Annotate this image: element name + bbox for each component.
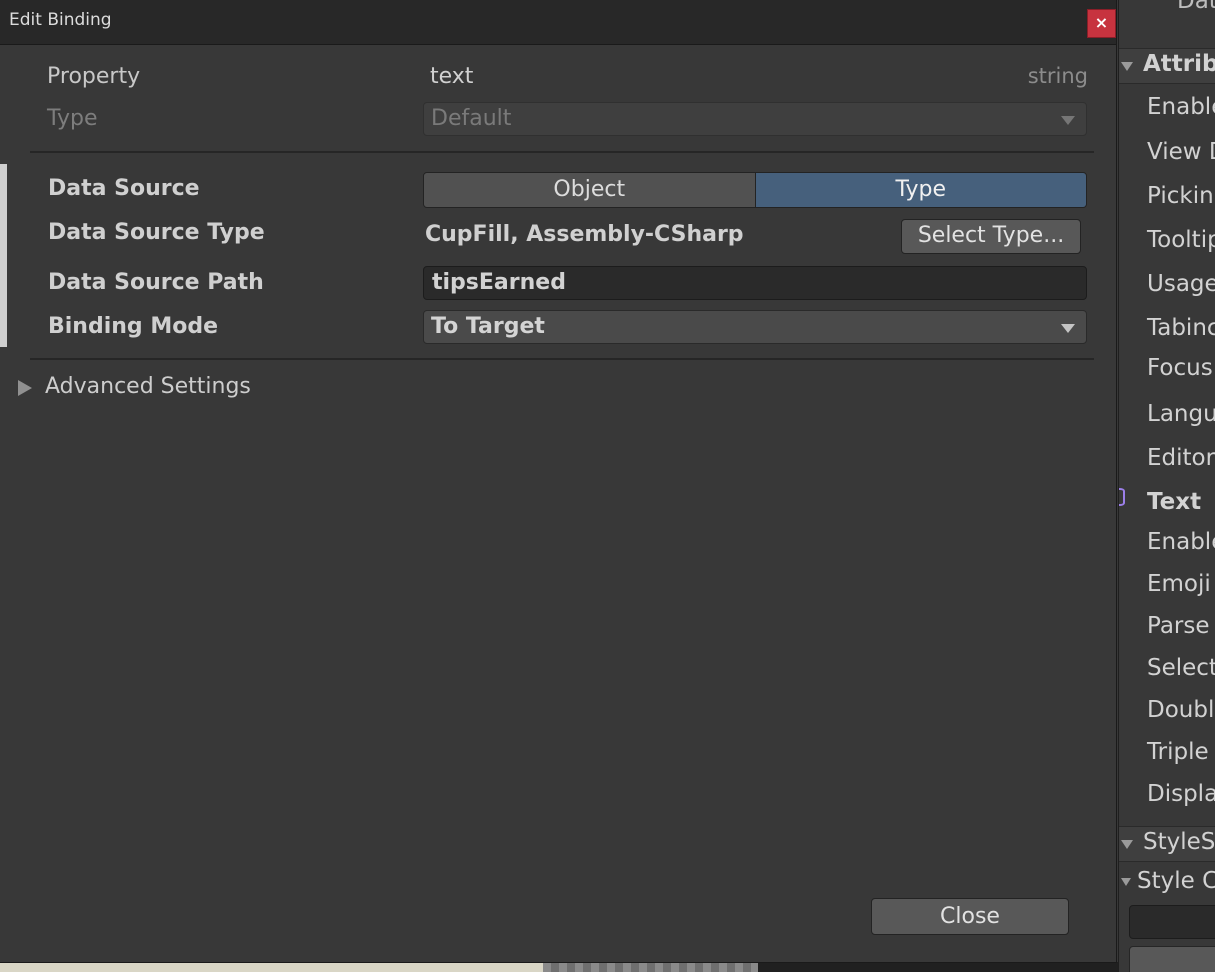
inspector-item-view-data-key[interactable]: View D — [1147, 139, 1215, 165]
inspector-item-display-tooltip[interactable]: Displa — [1147, 781, 1215, 807]
data-source-object-button[interactable]: Object — [424, 173, 755, 207]
inspector-item-editor-extension[interactable]: Editor — [1147, 445, 1215, 471]
section-divider — [30, 358, 1094, 360]
background-canvas-checker — [543, 962, 758, 972]
inspector-item-enabled[interactable]: Enable — [1147, 94, 1215, 120]
data-source-toggle: Object Type — [423, 172, 1087, 208]
property-type-hint: string — [1027, 64, 1088, 88]
inspector-item-selectable[interactable]: Select — [1147, 655, 1215, 681]
advanced-settings-label: Advanced Settings — [45, 374, 251, 399]
inspector-panel: Dat Attribu Enable View D Pickin Tooltip… — [1118, 0, 1215, 972]
foldout-expanded-icon — [1121, 878, 1131, 886]
data-source-type-button[interactable]: Type — [754, 173, 1086, 207]
foldout-expanded-icon — [1121, 840, 1133, 849]
data-source-type-label: Data Source Type — [48, 220, 265, 245]
inspector-item-text[interactable]: Text — [1147, 489, 1201, 515]
editor-screen: Dat Attribu Enable View D Pickin Tooltip… — [0, 0, 1215, 972]
property-value: text — [430, 64, 474, 89]
inspector-item-tooltip[interactable]: Tooltip — [1147, 227, 1215, 253]
binding-mode-value: To Target — [431, 314, 545, 339]
inspector-top-label: Dat — [1177, 0, 1215, 14]
inspector-item-enable-rich-text[interactable]: Enable — [1147, 529, 1215, 555]
style-class-foldout[interactable]: Style C — [1119, 866, 1215, 900]
inspector-item-tabindex[interactable]: Tabinc — [1147, 315, 1215, 341]
inspector-item-triple-click[interactable]: Triple — [1147, 739, 1209, 765]
style-class-foldout-label: Style C — [1137, 868, 1215, 894]
add-style-class-button[interactable] — [1129, 946, 1215, 972]
data-source-path-input[interactable]: tipsEarned — [423, 266, 1087, 300]
inspector-item-parse-escape[interactable]: Parse — [1147, 613, 1210, 639]
style-class-input[interactable] — [1129, 905, 1215, 939]
edit-binding-dialog: Edit Binding × Property text string Type… — [0, 0, 1117, 963]
dropdown-arrow-icon — [1061, 116, 1075, 125]
dropdown-arrow-icon — [1061, 324, 1075, 333]
close-button[interactable]: Close — [871, 898, 1069, 935]
inspector-item-focusable[interactable]: Focus — [1147, 355, 1213, 381]
close-icon[interactable]: × — [1087, 9, 1116, 38]
dialog-title: Edit Binding — [9, 10, 112, 30]
foldout-expanded-icon — [1121, 62, 1133, 71]
selection-accent-bar — [0, 164, 7, 347]
stylesheet-foldout-label: StyleS — [1143, 829, 1215, 855]
inspector-item-picking-mode[interactable]: Pickin — [1147, 183, 1214, 209]
stylesheet-foldout[interactable]: StyleS — [1119, 826, 1215, 862]
attributes-foldout-label: Attribu — [1143, 51, 1215, 77]
attributes-foldout[interactable]: Attribu — [1119, 48, 1215, 84]
type-label: Type — [47, 106, 98, 131]
data-source-type-value: CupFill, Assembly-CSharp — [425, 222, 744, 247]
inspector-item-usage-hints[interactable]: Usage — [1147, 271, 1215, 297]
title-bar[interactable]: Edit Binding × — [0, 0, 1116, 45]
inspector-item-language-direction[interactable]: Langu — [1147, 401, 1215, 427]
data-source-path-value: tipsEarned — [432, 270, 566, 295]
type-dropdown: Default — [423, 102, 1087, 136]
background-canvas-light — [0, 962, 543, 972]
data-source-path-label: Data Source Path — [48, 270, 264, 295]
data-source-label: Data Source — [48, 176, 200, 201]
foldout-collapsed-icon — [18, 380, 32, 396]
select-type-button[interactable]: Select Type... — [901, 219, 1081, 254]
binding-database-icon — [1119, 488, 1125, 506]
inspector-item-double-click[interactable]: Double — [1147, 697, 1215, 723]
property-label: Property — [47, 64, 141, 89]
binding-mode-dropdown[interactable]: To Target — [423, 310, 1087, 344]
type-dropdown-value: Default — [431, 106, 512, 131]
binding-mode-label: Binding Mode — [48, 314, 219, 339]
inspector-item-emoji-fallback[interactable]: Emoji — [1147, 571, 1211, 597]
section-divider — [30, 151, 1094, 153]
